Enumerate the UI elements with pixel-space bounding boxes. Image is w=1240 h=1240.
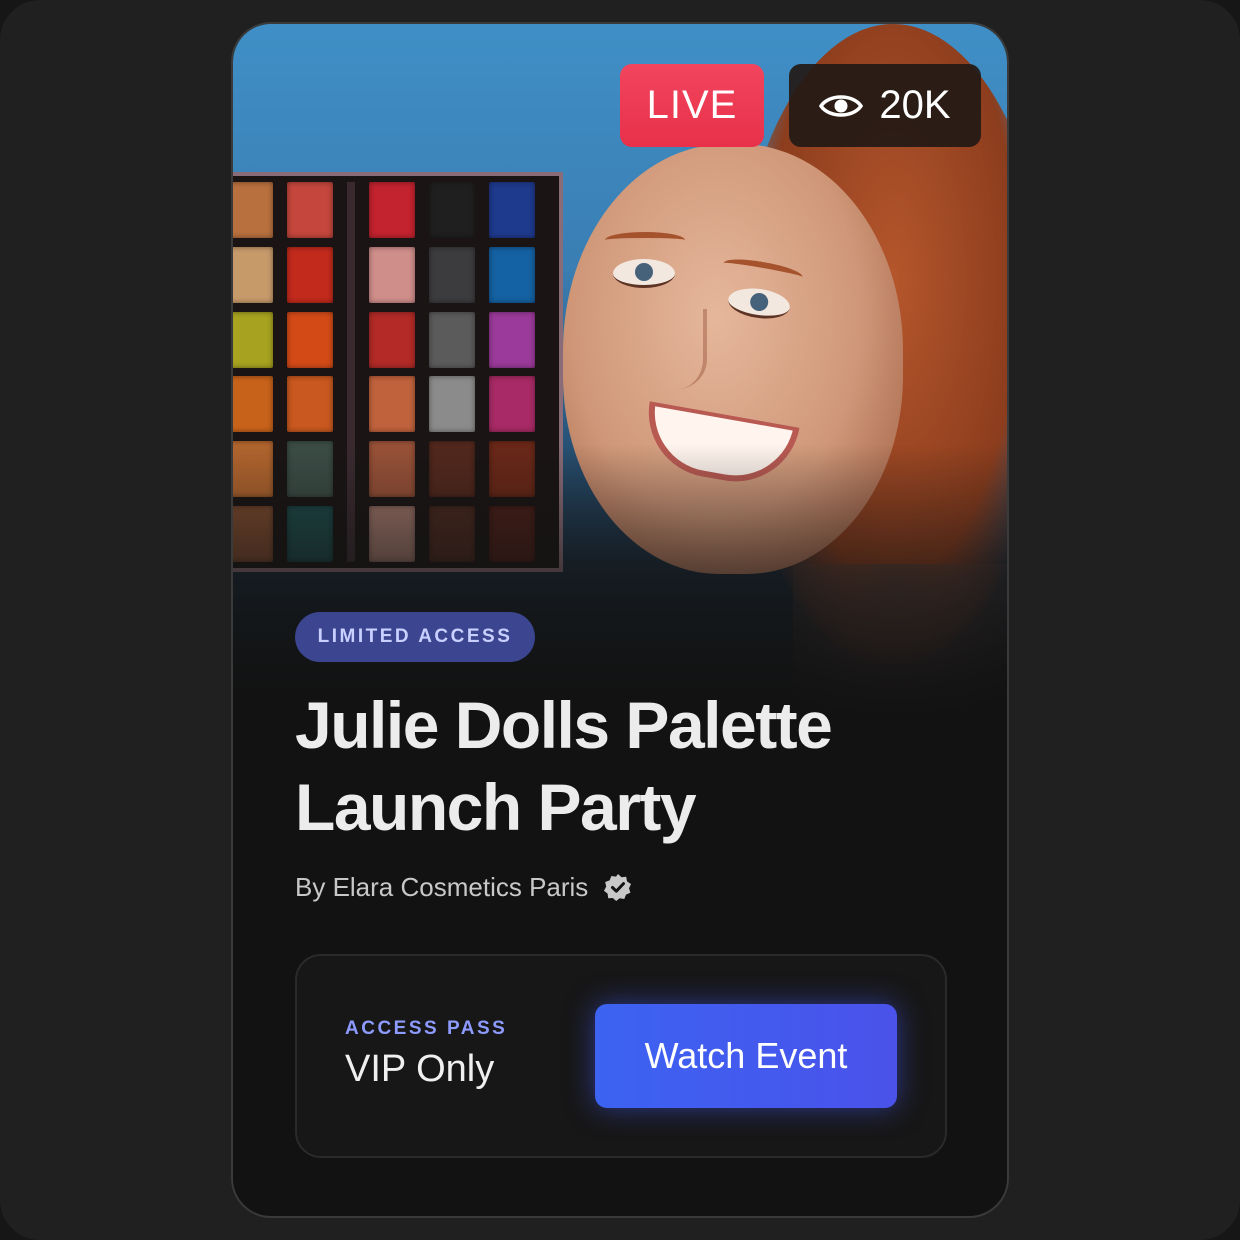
shadow-swatch xyxy=(369,311,415,368)
shadow-swatch xyxy=(287,376,333,433)
shadow-swatch xyxy=(429,182,475,238)
shadow-swatch xyxy=(233,246,273,303)
shadow-swatch xyxy=(429,311,475,368)
shadow-swatch xyxy=(489,311,535,368)
right-eye xyxy=(726,284,792,323)
shadow-swatch xyxy=(369,246,415,303)
watch-event-button[interactable]: Watch Event xyxy=(595,1004,897,1108)
shadow-swatch xyxy=(287,246,333,303)
verified-badge-icon xyxy=(604,874,632,901)
shadow-swatch xyxy=(369,182,415,238)
limited-access-tag: LIMITED ACCESS xyxy=(295,612,535,662)
shadow-swatch xyxy=(233,311,273,368)
shadow-swatch xyxy=(287,182,333,238)
access-pass-panel: ACCESS PASS VIP Only Watch Event xyxy=(295,954,947,1158)
shadow-swatch xyxy=(429,246,475,303)
shadow-swatch xyxy=(233,376,273,433)
shadow-swatch xyxy=(489,376,535,433)
left-eye xyxy=(613,259,675,288)
organizer-byline: By Elara Cosmetics Paris xyxy=(295,870,632,904)
shadow-swatch xyxy=(489,246,535,303)
eye-icon xyxy=(819,94,864,117)
shadow-swatch xyxy=(369,376,415,433)
left-brow xyxy=(605,232,685,248)
shadow-swatch xyxy=(287,311,333,368)
live-badge: LIVE xyxy=(620,64,764,147)
shadow-swatch xyxy=(429,376,475,433)
organizer-name: By Elara Cosmetics Paris xyxy=(295,871,589,902)
event-title-line-2: Launch Party xyxy=(295,770,697,844)
hero-gradient-overlay xyxy=(233,444,1007,724)
event-title-line-1: Julie Dolls Palette xyxy=(295,688,833,762)
viewer-count: 20K xyxy=(879,83,951,127)
nose xyxy=(663,309,707,389)
shadow-swatch xyxy=(489,182,535,238)
access-pass-value: VIP Only xyxy=(345,1048,495,1090)
shadow-swatch xyxy=(233,182,273,238)
access-pass-label: ACCESS PASS xyxy=(345,1018,508,1039)
viewer-count-badge: 20K xyxy=(789,64,981,147)
app-frame: LIVE 20K LIMITED ACCESS Julie Dolls Pale… xyxy=(0,0,1240,1240)
event-title: Julie Dolls Palette Launch Party xyxy=(295,684,975,848)
event-card[interactable]: LIVE 20K LIMITED ACCESS Julie Dolls Pale… xyxy=(231,22,1009,1218)
right-brow xyxy=(722,255,804,285)
